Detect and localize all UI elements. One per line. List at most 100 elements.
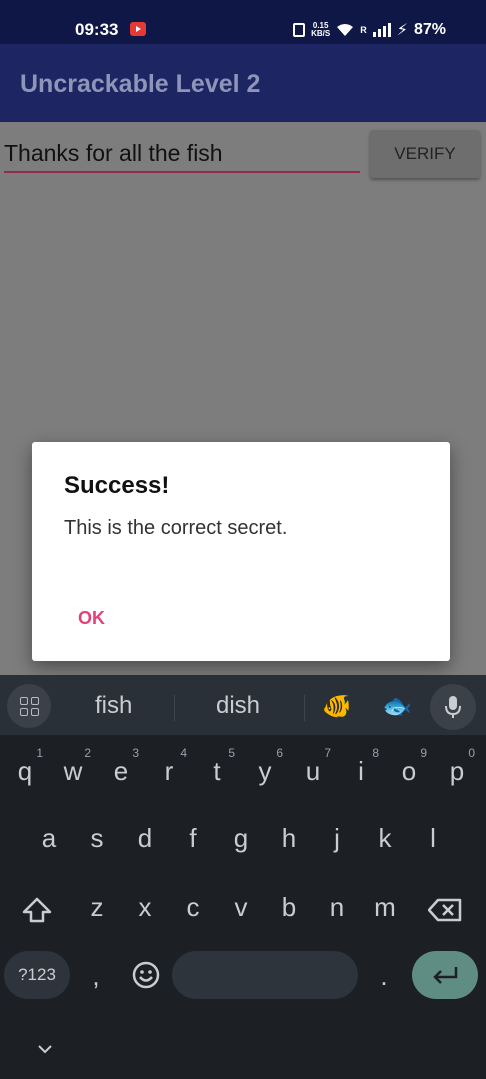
key-label: s bbox=[90, 823, 104, 853]
key-i[interactable]: i8 bbox=[341, 746, 381, 787]
space-key[interactable] bbox=[172, 951, 358, 999]
enter-icon bbox=[433, 967, 458, 984]
key-label: j bbox=[334, 823, 340, 853]
symbols-key[interactable]: ?123 bbox=[4, 951, 70, 999]
key-d[interactable]: d bbox=[125, 823, 165, 854]
key-y[interactable]: y6 bbox=[245, 746, 285, 787]
backspace-icon bbox=[428, 898, 462, 922]
key-e[interactable]: e3 bbox=[101, 746, 141, 787]
key-m[interactable]: m bbox=[365, 892, 405, 923]
network-speed: 0.15 KB/S bbox=[311, 22, 330, 38]
key-hint: 4 bbox=[180, 746, 187, 760]
key-h[interactable]: h bbox=[269, 823, 309, 854]
key-label: p bbox=[449, 756, 465, 786]
key-g[interactable]: g bbox=[221, 823, 261, 854]
key-s[interactable]: s bbox=[77, 823, 117, 854]
key-a[interactable]: a bbox=[29, 823, 69, 854]
suggestion-1[interactable]: fish bbox=[95, 692, 132, 720]
enter-key[interactable] bbox=[412, 951, 478, 999]
key-v[interactable]: v bbox=[221, 892, 261, 923]
network-speed-unit: KB/S bbox=[311, 29, 331, 38]
key-w[interactable]: w2 bbox=[53, 746, 93, 787]
key-label: d bbox=[137, 823, 153, 853]
soft-keyboard: fish dish 🐠 🐟 bbox=[0, 675, 486, 1079]
status-time: 09:33 bbox=[75, 20, 119, 39]
suggestion-strip: fish dish 🐠 🐟 bbox=[0, 675, 486, 735]
key-label: l bbox=[430, 823, 436, 853]
key-q[interactable]: q1 bbox=[5, 746, 45, 787]
roaming-indicator: R bbox=[360, 25, 367, 35]
key-label: m bbox=[374, 892, 396, 922]
app-title: Uncrackable Level 2 bbox=[20, 70, 261, 98]
key-r[interactable]: r4 bbox=[149, 746, 189, 787]
chevron-down-icon bbox=[38, 1045, 52, 1054]
period-key[interactable]: . bbox=[364, 961, 404, 992]
key-f[interactable]: f bbox=[173, 823, 213, 854]
verify-button[interactable]: VERIFY bbox=[370, 130, 480, 178]
ok-button[interactable]: OK bbox=[62, 604, 121, 633]
key-n[interactable]: n bbox=[317, 892, 357, 923]
key-label: x bbox=[138, 892, 152, 922]
key-label: q bbox=[17, 756, 33, 786]
smiley-icon bbox=[132, 961, 160, 989]
key-x[interactable]: x bbox=[125, 892, 165, 923]
tropical-fish-emoji-suggestion[interactable]: 🐠 bbox=[322, 692, 352, 721]
key-b[interactable]: b bbox=[269, 892, 309, 923]
key-label: w bbox=[63, 756, 83, 786]
key-label: c bbox=[186, 892, 200, 922]
key-hint: 1 bbox=[36, 746, 43, 760]
key-label: f bbox=[189, 823, 197, 853]
comma-key[interactable]: , bbox=[76, 961, 116, 992]
key-label: r bbox=[164, 756, 174, 786]
key-label: o bbox=[401, 756, 417, 786]
key-hint: 3 bbox=[132, 746, 139, 760]
key-label: i bbox=[358, 756, 364, 786]
apps-grid-icon bbox=[19, 696, 39, 716]
hide-keyboard-button[interactable] bbox=[30, 1036, 60, 1062]
key-hint: 5 bbox=[228, 746, 235, 760]
wifi-icon bbox=[336, 23, 354, 37]
key-label: k bbox=[378, 823, 392, 853]
key-t[interactable]: t5 bbox=[197, 746, 237, 787]
youtube-notification-icon bbox=[130, 22, 146, 36]
key-hint: 6 bbox=[276, 746, 283, 760]
key-label: z bbox=[90, 892, 104, 922]
shift-key[interactable] bbox=[14, 888, 60, 932]
key-label: b bbox=[281, 892, 297, 922]
success-dialog: Success! This is the correct secret. OK bbox=[32, 442, 450, 661]
key-c[interactable]: c bbox=[173, 892, 213, 923]
dialog-message: This is the correct secret. bbox=[64, 517, 288, 539]
keyboard-menu-button[interactable] bbox=[7, 684, 51, 728]
status-bar: 09:33 0.15 KB/S R ⚡ 87% bbox=[0, 0, 486, 44]
key-label: u bbox=[305, 756, 321, 786]
vibrate-icon bbox=[293, 23, 306, 37]
key-label: y bbox=[258, 756, 272, 786]
key-label: a bbox=[41, 823, 57, 853]
shift-icon bbox=[22, 897, 52, 923]
key-u[interactable]: u7 bbox=[293, 746, 333, 787]
microphone-button[interactable] bbox=[430, 684, 476, 730]
key-label: n bbox=[329, 892, 345, 922]
key-l[interactable]: l bbox=[413, 823, 453, 854]
suggestion-2[interactable]: dish bbox=[216, 692, 260, 720]
signal-icon bbox=[372, 23, 391, 37]
key-hint: 7 bbox=[324, 746, 331, 760]
key-label: t bbox=[213, 756, 221, 786]
key-o[interactable]: o9 bbox=[389, 746, 429, 787]
key-k[interactable]: k bbox=[365, 823, 405, 854]
key-label: e bbox=[113, 756, 129, 786]
suggestion-divider bbox=[304, 695, 305, 721]
emoji-key[interactable] bbox=[126, 955, 166, 995]
key-hint: 0 bbox=[468, 746, 475, 760]
fish-emoji-suggestion[interactable]: 🐟 bbox=[382, 692, 412, 721]
backspace-key[interactable] bbox=[420, 888, 470, 932]
key-p[interactable]: p0 bbox=[437, 746, 477, 787]
microphone-icon bbox=[445, 696, 461, 718]
secret-input[interactable] bbox=[4, 135, 360, 173]
key-label: v bbox=[234, 892, 248, 922]
battery-level: 87% bbox=[413, 21, 446, 38]
key-j[interactable]: j bbox=[317, 823, 357, 854]
suggestion-divider bbox=[174, 695, 175, 721]
key-z[interactable]: z bbox=[77, 892, 117, 923]
charging-icon: ⚡ bbox=[396, 22, 408, 39]
